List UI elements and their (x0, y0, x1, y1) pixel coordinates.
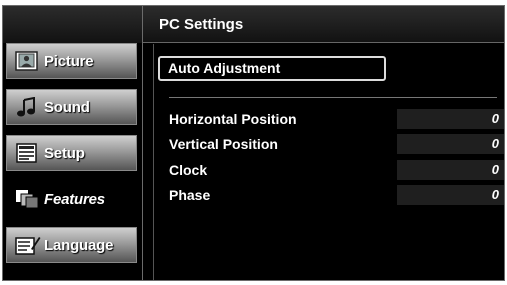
menu-item-sound[interactable]: Sound (6, 89, 137, 125)
menu-item-language[interactable]: Language (6, 227, 137, 263)
pc-settings-panel: PC Settings Auto Adjustment Horizontal P… (142, 5, 505, 281)
menu-item-label: Picture (44, 52, 94, 70)
menu-item-picture[interactable]: Picture (6, 43, 137, 79)
setting-label: Vertical Position (169, 136, 278, 152)
menu-item-label: Language (44, 236, 114, 254)
menu-item-label: Setup (44, 144, 85, 162)
page-title: PC Settings (159, 16, 244, 33)
setup-icon (15, 143, 41, 163)
setting-label: Phase (169, 187, 211, 203)
features-icon (15, 189, 41, 209)
sound-icon (15, 96, 41, 117)
language-icon (15, 235, 41, 255)
setting-label: Horizontal Position (169, 111, 297, 127)
picture-icon (15, 51, 41, 71)
separator-line (169, 97, 497, 98)
setting-value-box[interactable]: 0 (397, 109, 504, 129)
setting-row-phase[interactable]: Phase 0 (169, 185, 504, 205)
panel-header: PC Settings (143, 6, 504, 43)
setting-value-box[interactable]: 0 (397, 160, 504, 180)
side-menu-header (3, 6, 150, 43)
menu-item-label: Features (44, 190, 105, 208)
menu-item-label: Sound (44, 98, 90, 116)
menu-item-setup[interactable]: Setup (6, 135, 137, 171)
side-menu: Picture Sound Setup Features Language (2, 5, 151, 281)
setting-row-vertical-position[interactable]: Vertical Position 0 (169, 134, 504, 154)
tv-menu-screen: Picture Sound Setup Features Language PC… (0, 0, 507, 285)
setting-row-clock[interactable]: Clock 0 (169, 160, 504, 180)
setting-value-box[interactable]: 0 (397, 134, 504, 154)
menu-item-features[interactable]: Features (6, 181, 137, 217)
setting-label: Clock (169, 162, 208, 178)
setting-row-horizontal-position[interactable]: Horizontal Position 0 (169, 109, 504, 129)
vertical-divider (153, 44, 154, 280)
auto-adjustment-button[interactable]: Auto Adjustment (158, 56, 386, 81)
setting-value-box[interactable]: 0 (397, 185, 504, 205)
